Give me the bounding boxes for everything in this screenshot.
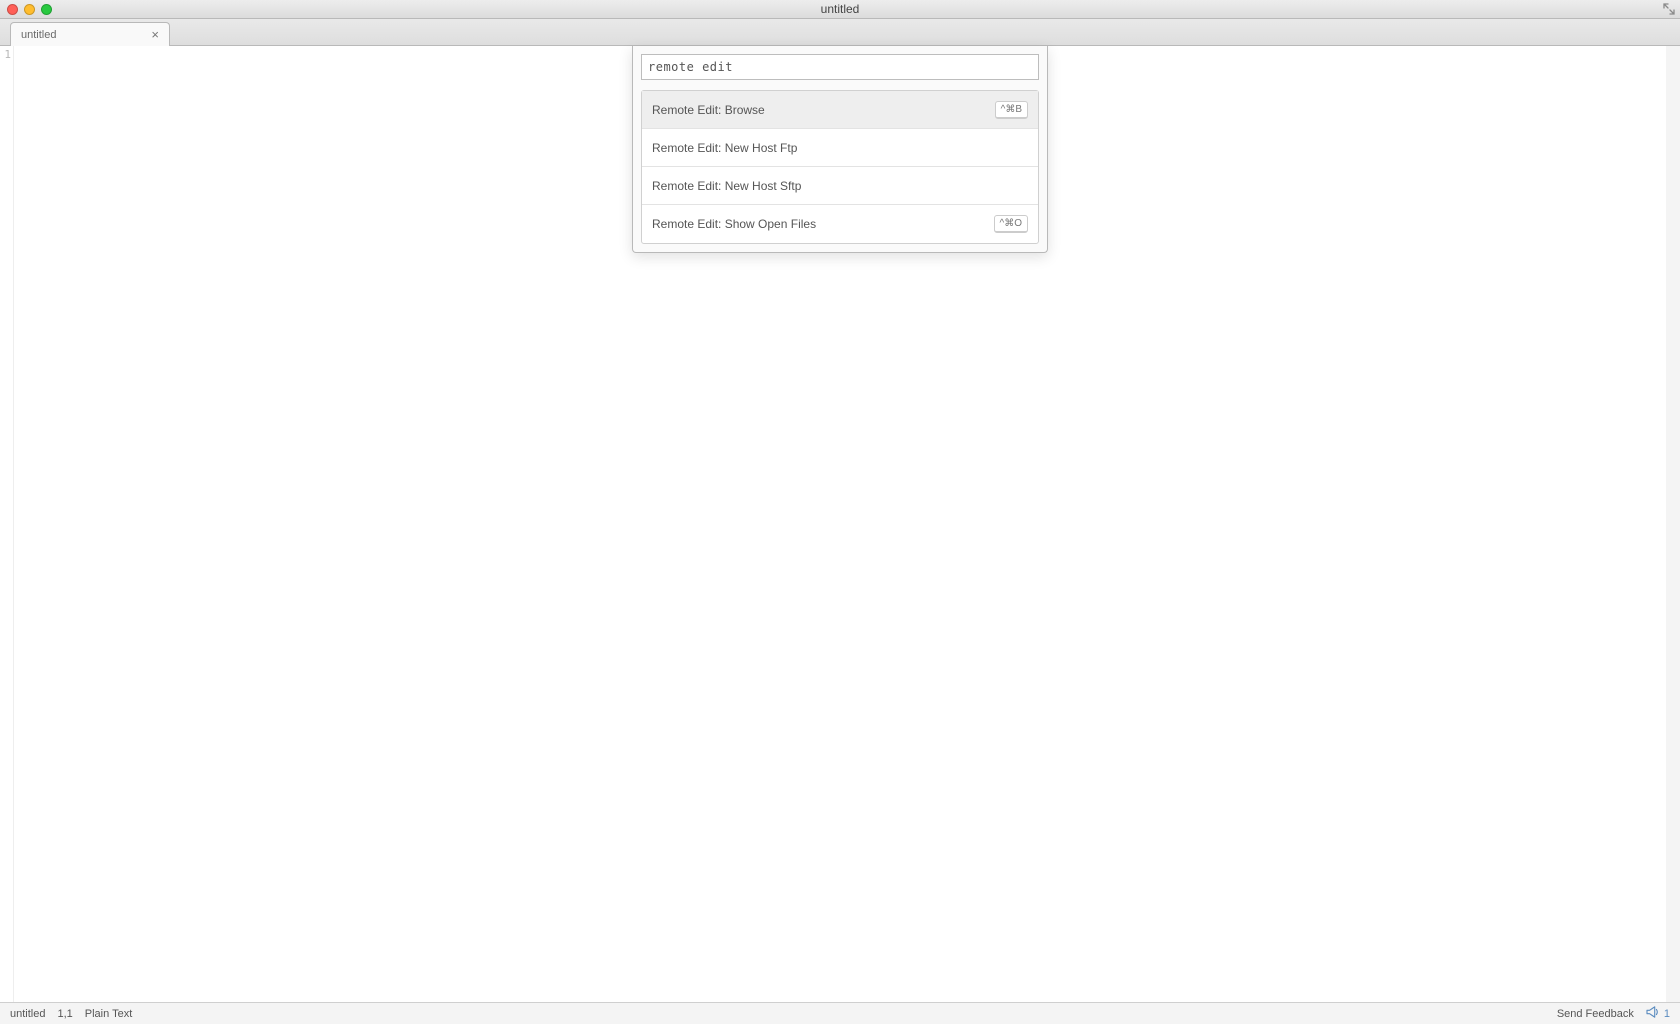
palette-item-label: Remote Edit: New Host Ftp [652,141,797,155]
palette-item-label: Remote Edit: New Host Sftp [652,179,801,193]
palette-item-label: Remote Edit: Show Open Files [652,217,816,231]
shortcut-badge: ^⌘B [995,101,1028,119]
minimize-window-button[interactable] [24,4,35,15]
zoom-window-button[interactable] [41,4,52,15]
window-controls [0,4,52,15]
line-gutter: 1 [0,46,14,1002]
fullscreen-icon[interactable] [1662,2,1676,16]
command-palette-input[interactable] [641,54,1039,80]
status-filename[interactable]: untitled [10,1008,45,1020]
shortcut-badge: ^⌘O [994,215,1028,233]
palette-item-label: Remote Edit: Browse [652,103,765,117]
deprecation-count: 1 [1664,1008,1670,1020]
editor-area: 1 Remote Edit: Browse ^⌘B Remote Edit: N… [0,46,1680,1002]
status-grammar[interactable]: Plain Text [85,1008,133,1020]
tab-label: untitled [21,29,56,41]
close-window-button[interactable] [7,4,18,15]
status-bar: untitled 1,1 Plain Text Send Feedback 1 [0,1002,1680,1024]
palette-item-new-host-ftp[interactable]: Remote Edit: New Host Ftp [642,129,1038,167]
megaphone-icon [1646,1006,1660,1021]
send-feedback-link[interactable]: Send Feedback [1557,1008,1634,1020]
app-window: untitled untitled × 1 Remote Edit: Brows… [0,0,1680,1024]
status-cursor-position[interactable]: 1,1 [57,1008,72,1020]
line-number: 1 [0,48,11,61]
deprecation-cop-indicator[interactable]: 1 [1646,1006,1670,1021]
palette-item-show-open-files[interactable]: Remote Edit: Show Open Files ^⌘O [642,205,1038,243]
palette-item-browse[interactable]: Remote Edit: Browse ^⌘B [642,91,1038,129]
palette-item-new-host-sftp[interactable]: Remote Edit: New Host Sftp [642,167,1038,205]
window-title: untitled [0,2,1680,16]
tab-untitled[interactable]: untitled × [10,22,170,46]
title-bar: untitled [0,0,1680,19]
close-tab-icon[interactable]: × [151,28,159,41]
command-palette: Remote Edit: Browse ^⌘B Remote Edit: New… [632,46,1048,253]
vertical-scrollbar[interactable] [1666,46,1680,1002]
command-palette-list: Remote Edit: Browse ^⌘B Remote Edit: New… [641,90,1039,244]
tab-bar: untitled × [0,19,1680,46]
